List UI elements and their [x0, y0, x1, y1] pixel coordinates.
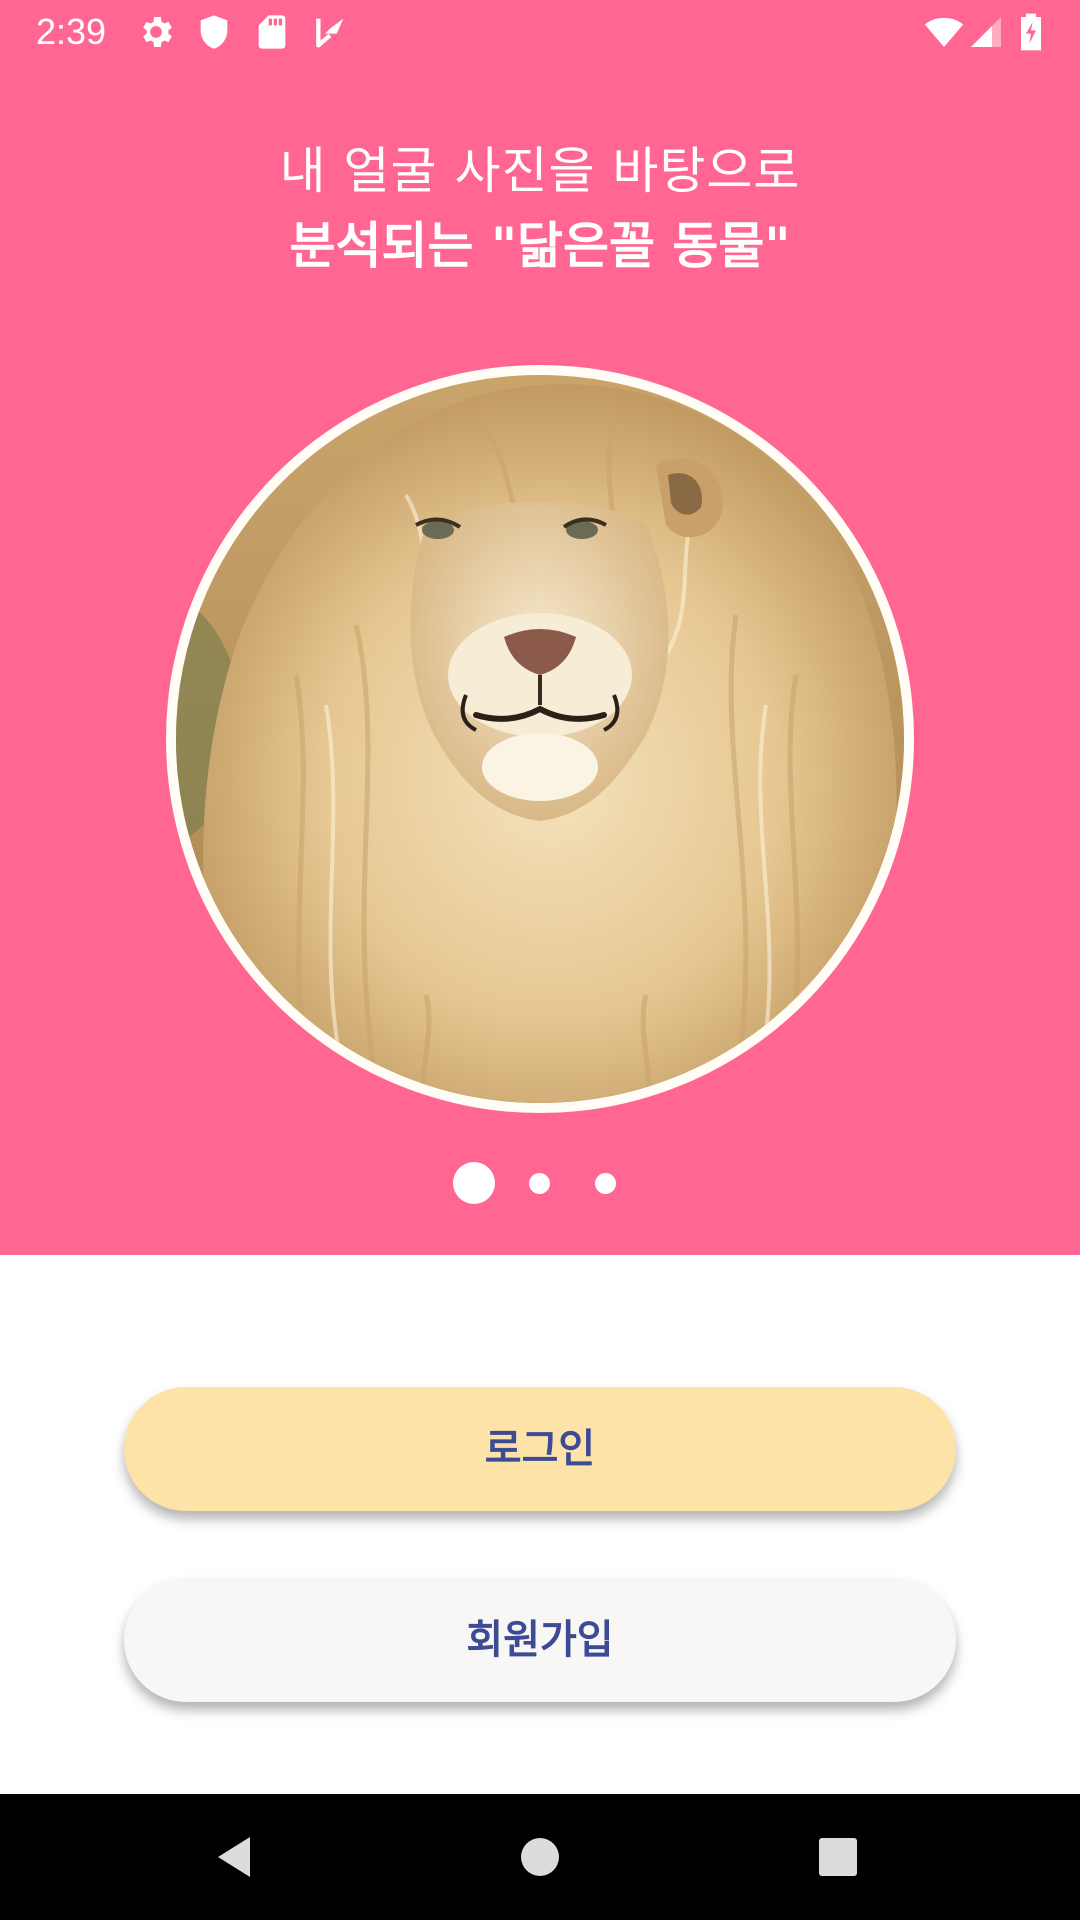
battery-charging-icon: [1016, 12, 1046, 52]
wifi-icon: [922, 12, 966, 52]
lion-photo: [176, 375, 904, 1103]
recents-icon[interactable]: [808, 1827, 868, 1887]
system-nav-bar: [0, 1794, 1080, 1920]
page-indicator-dot-1[interactable]: [453, 1162, 495, 1204]
status-time: 2:39: [36, 11, 107, 52]
headline: 내 얼굴 사진을 바탕으로 분석되는 "닮은꼴 동물": [0, 136, 1080, 286]
gear-icon: [136, 12, 176, 52]
shield-icon: [194, 12, 234, 52]
headline-line-1: 내 얼굴 사진을 바탕으로: [279, 142, 801, 200]
home-icon[interactable]: [510, 1827, 570, 1887]
cell-signal-icon: [968, 12, 1004, 52]
headline-line-2: 분석되는 "닮은꼴 동물": [289, 217, 791, 275]
login-button[interactable]: 로그인: [124, 1387, 956, 1511]
onboarding-screen: 2:39 내 얼굴 사진을 바탕으로 분석되는 "닮은꼴 동물" 로그인 회원가…: [0, 0, 1080, 1920]
hero-section: 2:39 내 얼굴 사진을 바탕으로 분석되는 "닮은꼴 동물": [0, 0, 1080, 1255]
photo-frame: [166, 365, 914, 1113]
back-icon[interactable]: [208, 1827, 268, 1887]
signup-button[interactable]: 회원가입: [124, 1578, 956, 1702]
sd-card-icon: [252, 12, 292, 52]
play-store-icon: [310, 12, 350, 52]
page-indicator-dot-2[interactable]: [529, 1173, 550, 1194]
status-bar: 2:39: [0, 0, 1080, 64]
page-indicator-dot-3[interactable]: [595, 1173, 616, 1194]
